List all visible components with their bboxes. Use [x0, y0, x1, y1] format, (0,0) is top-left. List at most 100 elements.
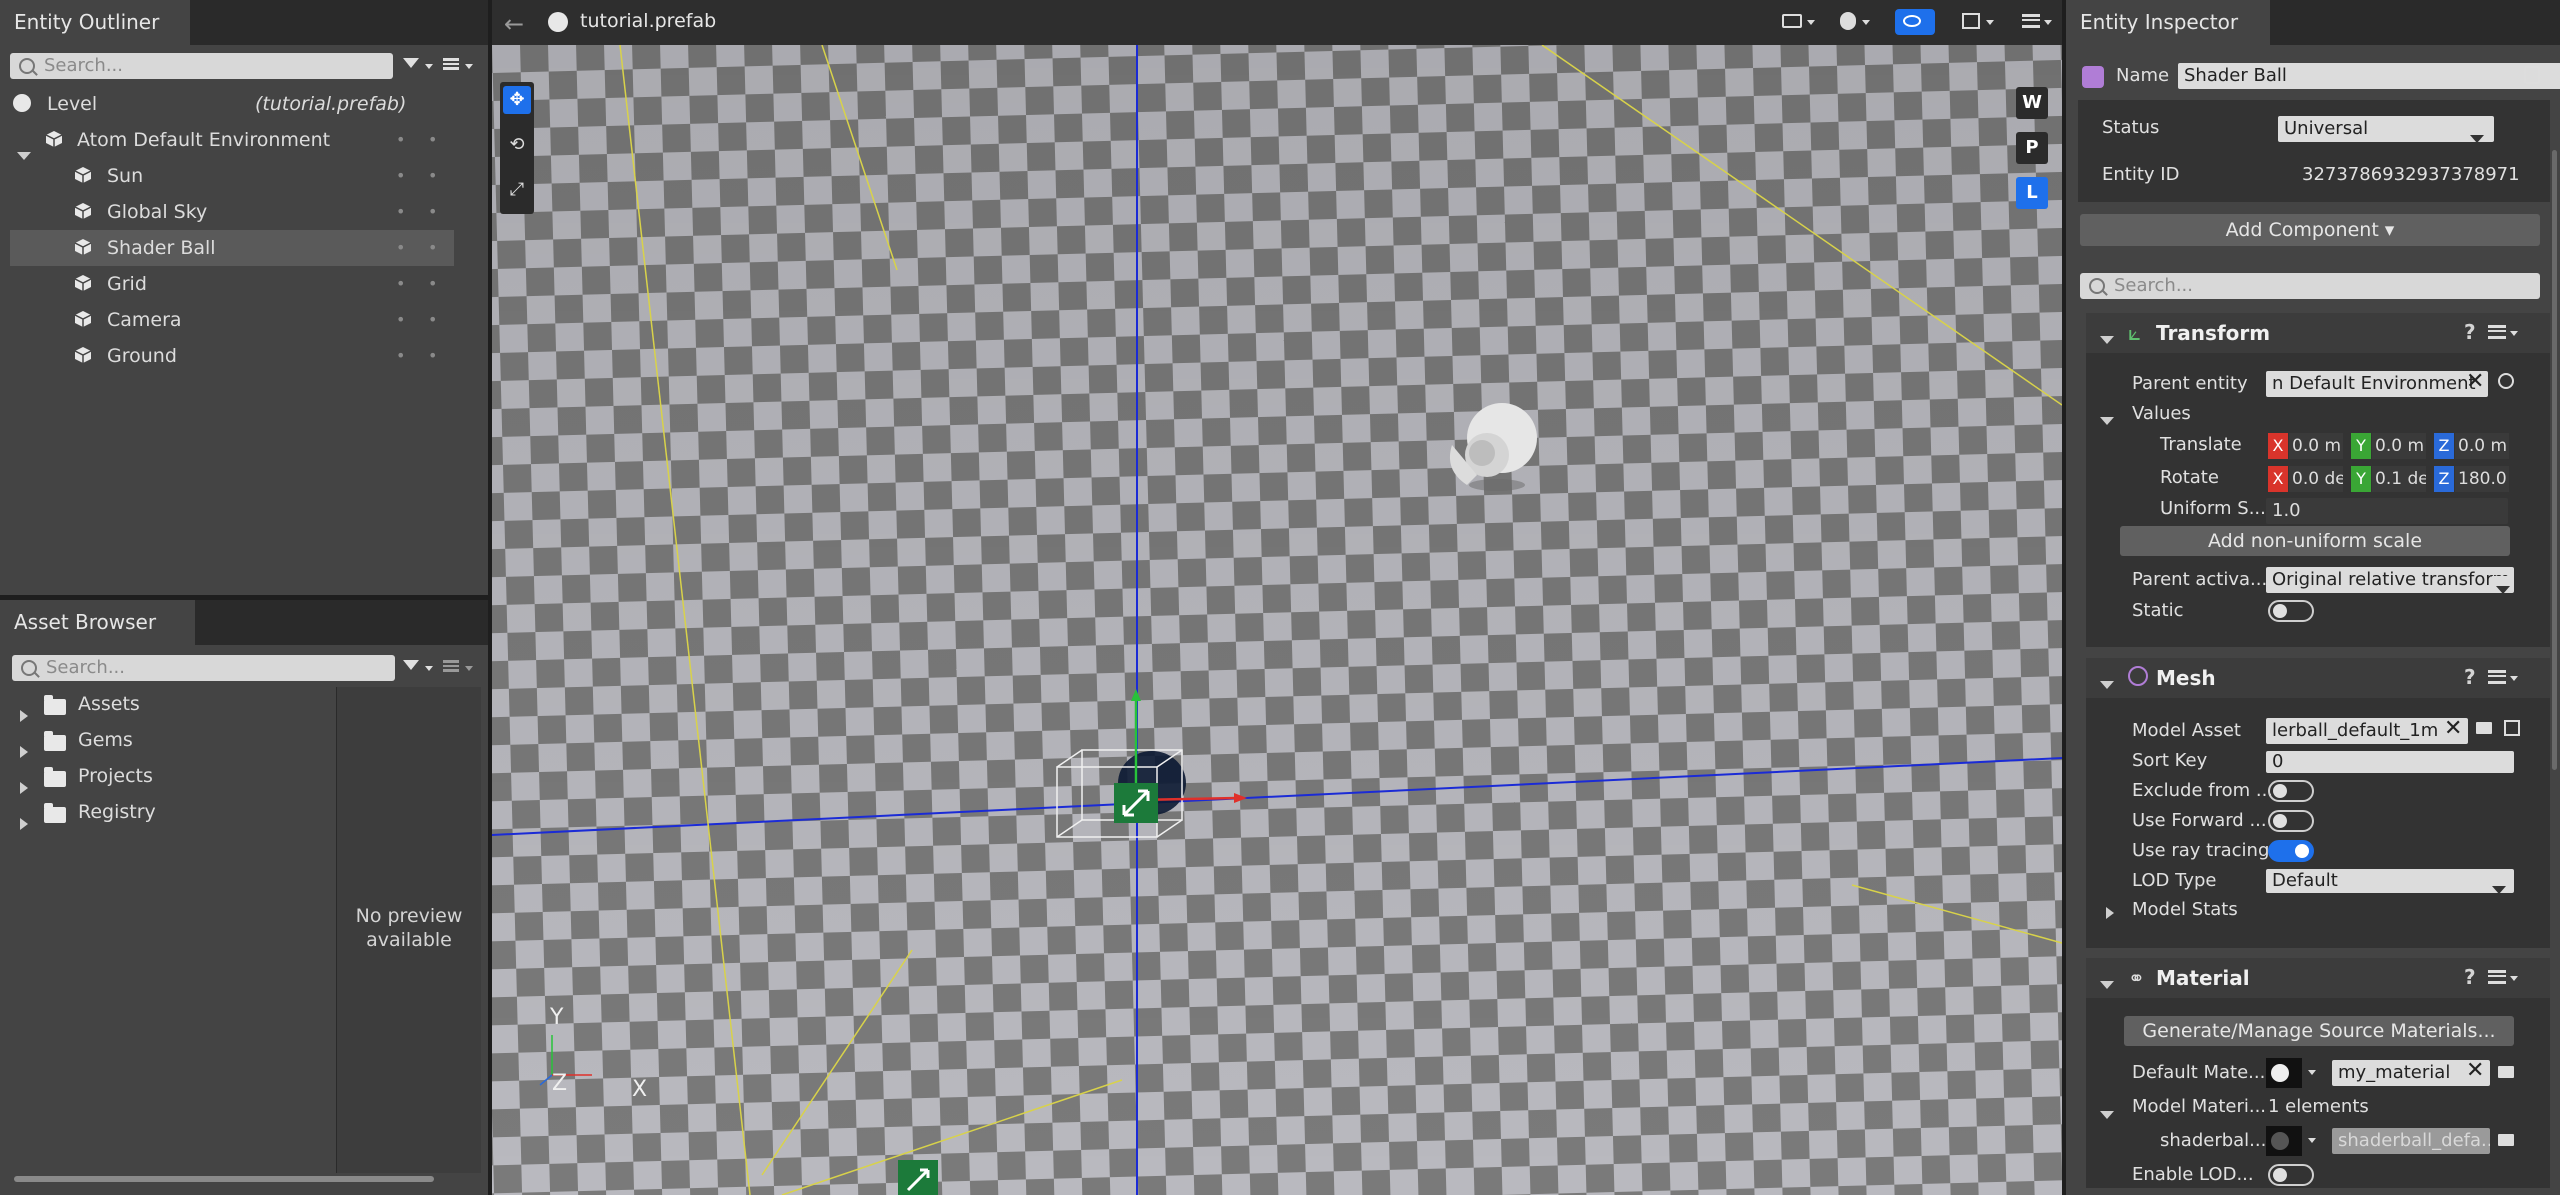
material-preview-swatch[interactable]: [2266, 1058, 2302, 1088]
browse-folder-icon[interactable]: [2498, 1134, 2514, 1146]
parent-activation-dropdown[interactable]: Original relative transform: [2266, 567, 2514, 593]
chevron-down-icon[interactable]: [2100, 1103, 2114, 1124]
visibility-dot-icon[interactable]: •: [396, 122, 405, 158]
lock-dot-icon[interactable]: •: [428, 122, 437, 158]
entity-name-field[interactable]: Shader Ball: [2178, 63, 2560, 89]
chevron-right-icon[interactable]: [20, 806, 28, 842]
sort-key-field[interactable]: 0: [2266, 751, 2514, 773]
asset-menu-dropdown-icon[interactable]: [465, 666, 473, 671]
target-picker-icon[interactable]: [2498, 373, 2514, 389]
asset-folder-item[interactable]: Gems: [0, 722, 330, 758]
component-search-input[interactable]: Search...: [2080, 273, 2540, 299]
lock-dot-icon[interactable]: •: [428, 302, 437, 338]
clear-x-icon[interactable]: ✕: [2466, 1058, 2484, 1083]
help-icon[interactable]: ?: [2464, 965, 2476, 989]
component-menu-dropdown-icon[interactable]: [2510, 331, 2518, 336]
view-mode-button[interactable]: P: [2016, 132, 2048, 164]
help-icon[interactable]: ?: [2464, 665, 2476, 689]
material-header[interactable]: ⚭ Material ?: [2086, 958, 2550, 998]
visibility-dot-icon[interactable]: •: [396, 158, 405, 194]
debug-dropdown-icon[interactable]: [1862, 20, 1870, 25]
outliner-item[interactable]: Sun • •: [10, 158, 454, 194]
translate-x-field[interactable]: 0.0 m: [2289, 433, 2343, 459]
lock-dot-icon[interactable]: •: [428, 338, 437, 374]
camera-menu-icon[interactable]: [1782, 14, 1802, 28]
material-slot-field[interactable]: shaderball_defa...: [2332, 1128, 2490, 1154]
visibility-dot-icon[interactable]: •: [396, 338, 405, 374]
add-component-button[interactable]: Add Component ▾: [2080, 214, 2540, 246]
lock-dot-icon[interactable]: •: [428, 194, 437, 230]
browse-folder-icon[interactable]: [2498, 1066, 2514, 1078]
clear-x-icon[interactable]: ✕: [2444, 716, 2462, 741]
component-menu-icon[interactable]: [2488, 970, 2506, 984]
static-toggle[interactable]: [2268, 600, 2314, 622]
rotate-z-field[interactable]: 180.0: [2455, 466, 2509, 492]
lock-dot-icon[interactable]: •: [428, 158, 437, 194]
asset-search-input[interactable]: Search...: [12, 655, 395, 681]
visibility-dot-icon[interactable]: •: [396, 266, 405, 302]
material-slot-swatch[interactable]: [2266, 1126, 2302, 1156]
transform-header[interactable]: ⟀ Transform ?: [2086, 313, 2550, 353]
viewport-menu-dropdown-icon[interactable]: [2044, 20, 2052, 25]
filter-icon[interactable]: [403, 58, 419, 68]
component-menu-dropdown-icon[interactable]: [2510, 976, 2518, 981]
component-menu-icon[interactable]: [2488, 670, 2506, 684]
rotate-tool-icon[interactable]: ⟲: [503, 131, 531, 159]
chevron-down-icon[interactable]: [2100, 328, 2114, 349]
rotate-x-field[interactable]: 0.0 de: [2289, 466, 2343, 492]
tab-entity-outliner[interactable]: Entity Outliner: [0, 0, 190, 45]
lock-dot-icon[interactable]: •: [428, 266, 437, 302]
status-dropdown[interactable]: Universal: [2278, 116, 2494, 142]
scale-tool-icon[interactable]: ⤢: [503, 176, 531, 204]
visibility-dot-icon[interactable]: •: [396, 302, 405, 338]
model-asset-field[interactable]: lerball_default_1m: [2266, 718, 2468, 744]
outliner-menu-dropdown-icon[interactable]: [465, 64, 473, 69]
enable-lod-toggle[interactable]: [2268, 1164, 2314, 1186]
component-menu-dropdown-icon[interactable]: [2510, 676, 2518, 681]
material-swatch-dropdown-icon[interactable]: [2308, 1070, 2316, 1075]
outliner-item[interactable]: Global Sky • •: [10, 194, 454, 230]
move-tool-icon[interactable]: ✥: [503, 86, 531, 114]
viewport-3d[interactable]: Y Z X ✥ ⟲ ⤢ WPL: [492, 45, 2062, 1195]
generate-materials-button[interactable]: Generate/Manage Source Materials...: [2124, 1016, 2514, 1046]
uniform-scale-field[interactable]: 1.0: [2266, 498, 2508, 524]
outliner-item-atom-default-environment[interactable]: Atom Default Environment • •: [0, 122, 488, 160]
clear-x-icon[interactable]: ✕: [2466, 369, 2484, 394]
outliner-search-input[interactable]: Search...: [10, 53, 393, 79]
outliner-item[interactable]: Ground • •: [10, 338, 454, 374]
add-non-uniform-scale-button[interactable]: Add non-uniform scale: [2120, 526, 2510, 556]
layout-icon[interactable]: [1962, 13, 1980, 29]
outliner-item[interactable]: Camera • •: [10, 302, 454, 338]
view-mode-button[interactable]: L: [2016, 177, 2048, 209]
visibility-eye-icon[interactable]: [1895, 9, 1935, 35]
asset-horizontal-scrollbar[interactable]: [14, 1176, 434, 1182]
camera-menu-dropdown-icon[interactable]: [1807, 20, 1815, 25]
chevron-down-icon[interactable]: [2100, 973, 2114, 994]
browse-folder-icon[interactable]: [2476, 722, 2492, 734]
forward-toggle[interactable]: [2268, 810, 2314, 832]
chevron-down-icon[interactable]: [2100, 409, 2114, 430]
filter-dropdown-icon[interactable]: [425, 64, 433, 69]
rotate-y-field[interactable]: 0.1 de: [2372, 466, 2426, 492]
viewport-menu-icon[interactable]: [2022, 14, 2040, 28]
translate-z-field[interactable]: 0.0 m: [2455, 433, 2509, 459]
camera-gizmo[interactable]: [898, 1160, 938, 1195]
open-asset-editor-icon[interactable]: [2504, 720, 2520, 736]
pin-inspector-icon[interactable]: [2524, 66, 2540, 84]
debug-bug-icon[interactable]: [1840, 12, 1856, 30]
layout-dropdown-icon[interactable]: [1986, 20, 1994, 25]
lod-type-dropdown[interactable]: Default: [2266, 869, 2514, 893]
filter-icon[interactable]: [403, 660, 419, 670]
asset-menu-icon[interactable]: [443, 660, 459, 672]
visibility-dot-icon[interactable]: •: [396, 194, 405, 230]
asset-folder-item[interactable]: Registry: [0, 794, 330, 830]
tab-entity-inspector[interactable]: Entity Inspector: [2066, 0, 2270, 45]
component-menu-icon[interactable]: [2488, 325, 2506, 339]
back-arrow-icon[interactable]: ←: [504, 10, 524, 38]
outliner-menu-icon[interactable]: [443, 58, 459, 70]
parent-entity-field[interactable]: n Default Environment: [2266, 371, 2488, 397]
visibility-dot-icon[interactable]: •: [396, 230, 405, 266]
inspector-scrollbar[interactable]: [2552, 150, 2557, 770]
translate-y-field[interactable]: 0.0 m: [2372, 433, 2426, 459]
view-mode-button[interactable]: W: [2016, 87, 2048, 119]
